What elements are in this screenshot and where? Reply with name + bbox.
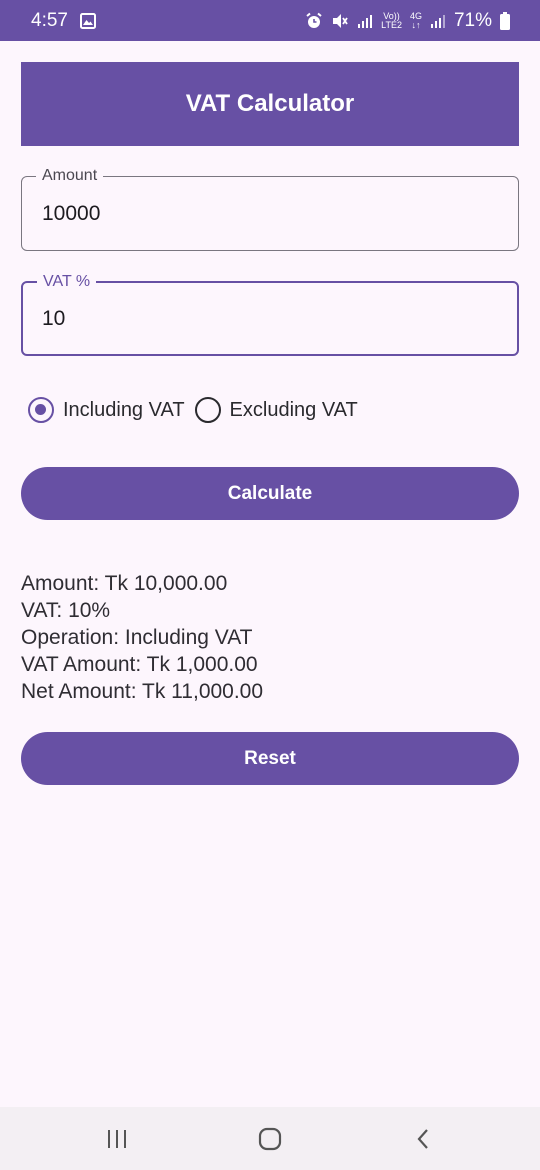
app-title-banner: VAT Calculator <box>21 62 519 146</box>
vat-percent-input[interactable] <box>42 304 492 334</box>
home-icon[interactable] <box>257 1126 283 1152</box>
result-amount: Amount: Tk 10,000.00 <box>21 572 228 595</box>
vat-percent-field-label: VAT % <box>37 272 97 292</box>
radio-excluding-vat[interactable]: Excluding VAT <box>194 397 358 423</box>
status-right: Vo)) LTE2 4G ↓↑ 71% <box>305 10 510 32</box>
recent-apps-button[interactable] <box>87 1119 147 1159</box>
result-net-amount: Net Amount: Tk 11,000.00 <box>21 680 264 703</box>
radio-including-vat[interactable]: Including VAT <box>28 397 185 423</box>
alarm-icon <box>305 12 323 30</box>
result-vat: VAT: 10% <box>21 599 111 622</box>
image-icon <box>79 12 96 29</box>
amount-input[interactable] <box>42 199 492 229</box>
back-button[interactable] <box>393 1119 453 1159</box>
results-panel: Amount: Tk 10,000.00 VAT: 10% Operation:… <box>21 570 263 705</box>
radio-including-vat-label[interactable]: Including VAT <box>63 399 185 422</box>
signal-icon <box>357 13 373 29</box>
status-bar: 4:57 Vo)) LTE2 4G ↓↑ 71% <box>0 0 540 41</box>
radio-checked-icon[interactable] <box>28 397 54 423</box>
mute-icon <box>331 12 349 30</box>
amount-field-label: Amount <box>36 166 104 186</box>
radio-excluding-vat-label[interactable]: Excluding VAT <box>230 399 358 422</box>
home-button[interactable] <box>240 1119 300 1159</box>
reset-button[interactable]: Reset <box>21 732 519 785</box>
battery-icon <box>500 11 510 30</box>
network-lte-label: Vo)) LTE2 <box>381 10 402 30</box>
back-icon[interactable] <box>413 1127 433 1151</box>
calculate-button[interactable]: Calculate <box>21 467 519 520</box>
result-vat-amount: VAT Amount: Tk 1,000.00 <box>21 653 258 676</box>
status-left: 4:57 <box>31 10 96 32</box>
battery-percent: 71% <box>453 9 492 31</box>
app-title: VAT Calculator <box>185 90 355 117</box>
amount-field[interactable]: Amount <box>21 166 519 251</box>
network-4g-label: 4G ↓↑ <box>409 10 422 30</box>
status-time: 4:57 <box>31 9 68 31</box>
radio-unchecked-icon[interactable] <box>194 397 221 423</box>
signal-icon <box>430 13 446 29</box>
system-nav-bar <box>0 1107 540 1170</box>
result-operation: Operation: Including VAT <box>21 626 253 649</box>
operation-radio-group: Including VAT Excluding VAT <box>28 395 368 425</box>
recent-apps-icon[interactable] <box>105 1128 129 1150</box>
vat-percent-field[interactable]: VAT % <box>21 272 519 356</box>
